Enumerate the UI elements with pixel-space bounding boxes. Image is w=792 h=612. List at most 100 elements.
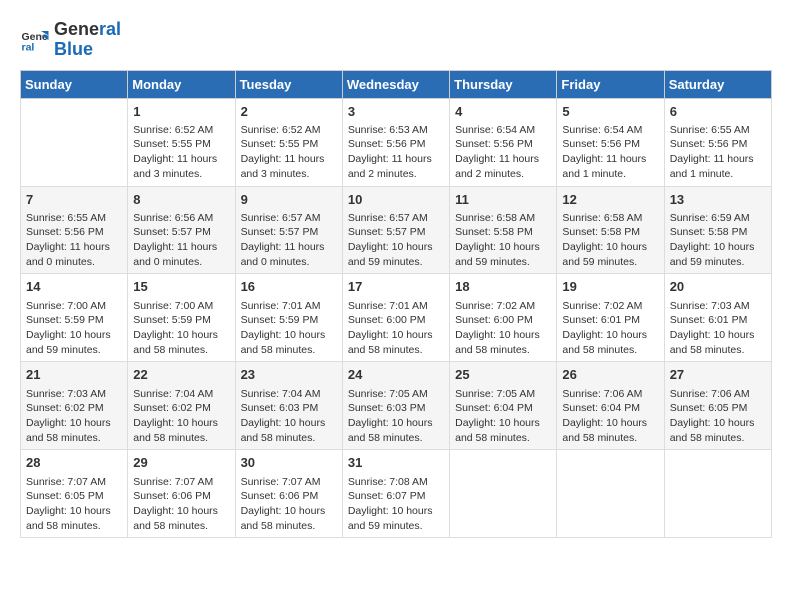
column-header-wednesday: Wednesday <box>342 70 449 98</box>
day-number: 3 <box>348 103 444 121</box>
day-number: 26 <box>562 366 658 384</box>
calendar-cell: 30 Sunrise: 7:07 AMSunset: 6:06 PMDayligh… <box>235 450 342 538</box>
calendar-cell: 21Sunrise: 7:03 AMSunset: 6:02 PMDayligh… <box>21 362 128 450</box>
week-row-4: 21Sunrise: 7:03 AMSunset: 6:02 PMDayligh… <box>21 362 772 450</box>
day-number: 15 <box>133 278 229 296</box>
day-info: Sunrise: 6:52 AMSunset: 5:55 PMDaylight:… <box>241 123 337 182</box>
day-number: 20 <box>670 278 766 296</box>
calendar-cell: 10 Sunrise: 6:57 AMSunset: 5:57 PMDayligh… <box>342 186 449 274</box>
week-row-3: 14Sunrise: 7:00 AMSunset: 5:59 PMDayligh… <box>21 274 772 362</box>
calendar-cell: 29Sunrise: 7:07 AMSunset: 6:06 PMDayligh… <box>128 450 235 538</box>
day-info: Sunrise: 7:02 AMSunset: 6:01 PMDaylight:… <box>562 299 658 358</box>
calendar-cell: 8 Sunrise: 6:56 AMSunset: 5:57 PMDaylight… <box>128 186 235 274</box>
day-info: Sunrise: 6:59 AMSunset: 5:58 PMDaylight:… <box>670 211 766 270</box>
calendar-cell: 4 Sunrise: 6:54 AMSunset: 5:56 PMDaylight… <box>450 98 557 186</box>
calendar-cell: 15 Sunrise: 7:00 AMSunset: 5:59 PMDayligh… <box>128 274 235 362</box>
day-info: Sunrise: 7:00 AMSunset: 5:59 PMDaylight:… <box>26 299 122 358</box>
day-info: Sunrise: 7:01 AMSunset: 5:59 PMDaylight:… <box>241 299 337 358</box>
day-info: Sunrise: 6:52 AMSunset: 5:55 PMDaylight:… <box>133 123 229 182</box>
calendar-cell: 31Sunrise: 7:08 AMSunset: 6:07 PMDayligh… <box>342 450 449 538</box>
day-info: Sunrise: 6:57 AMSunset: 5:57 PMDaylight:… <box>241 211 337 270</box>
calendar-cell <box>21 98 128 186</box>
day-info: Sunrise: 6:58 AMSunset: 5:58 PMDaylight:… <box>455 211 551 270</box>
day-number: 18 <box>455 278 551 296</box>
calendar-header: SundayMondayTuesdayWednesdayThursdayFrid… <box>21 70 772 98</box>
day-info: Sunrise: 7:03 AMSunset: 6:02 PMDaylight:… <box>26 387 122 446</box>
calendar-cell: 7Sunrise: 6:55 AMSunset: 5:56 PMDaylight… <box>21 186 128 274</box>
day-info: Sunrise: 6:54 AMSunset: 5:56 PMDaylight:… <box>562 123 658 182</box>
day-info: Sunrise: 6:55 AMSunset: 5:56 PMDaylight:… <box>670 123 766 182</box>
day-info: Sunrise: 6:54 AMSunset: 5:56 PMDaylight:… <box>455 123 551 182</box>
calendar-cell: 5 Sunrise: 6:54 AMSunset: 5:56 PMDaylight… <box>557 98 664 186</box>
day-info: Sunrise: 7:07 AMSunset: 6:06 PMDaylight:… <box>133 475 229 534</box>
calendar-cell: 13 Sunrise: 6:59 AMSunset: 5:58 PMDayligh… <box>664 186 771 274</box>
day-number: 25 <box>455 366 551 384</box>
calendar-cell: 19 Sunrise: 7:02 AMSunset: 6:01 PMDayligh… <box>557 274 664 362</box>
page-header: Gene ral General Blue <box>20 20 772 60</box>
day-info: Sunrise: 7:02 AMSunset: 6:00 PMDaylight:… <box>455 299 551 358</box>
calendar-cell: 20 Sunrise: 7:03 AMSunset: 6:01 PMDayligh… <box>664 274 771 362</box>
calendar-cell: 26 Sunrise: 7:06 AMSunset: 6:04 PMDayligh… <box>557 362 664 450</box>
column-header-friday: Friday <box>557 70 664 98</box>
calendar-cell: 24 Sunrise: 7:05 AMSunset: 6:03 PMDayligh… <box>342 362 449 450</box>
column-header-saturday: Saturday <box>664 70 771 98</box>
day-number: 28 <box>26 454 122 472</box>
day-number: 24 <box>348 366 444 384</box>
day-number: 16 <box>241 278 337 296</box>
calendar-cell <box>450 450 557 538</box>
calendar-cell: 3 Sunrise: 6:53 AMSunset: 5:56 PMDaylight… <box>342 98 449 186</box>
day-number: 1 <box>133 103 229 121</box>
day-info: Sunrise: 7:08 AMSunset: 6:07 PMDaylight:… <box>348 475 444 534</box>
day-number: 8 <box>133 191 229 209</box>
day-number: 5 <box>562 103 658 121</box>
day-info: Sunrise: 7:06 AMSunset: 6:04 PMDaylight:… <box>562 387 658 446</box>
week-row-5: 28 Sunrise: 7:07 AMSunset: 6:05 PMDayligh… <box>21 450 772 538</box>
week-row-1: 1 Sunrise: 6:52 AMSunset: 5:55 PMDaylight… <box>21 98 772 186</box>
day-number: 9 <box>241 191 337 209</box>
day-number: 6 <box>670 103 766 121</box>
day-info: Sunrise: 6:56 AMSunset: 5:57 PMDaylight:… <box>133 211 229 270</box>
calendar-cell: 12 Sunrise: 6:58 AMSunset: 5:58 PMDayligh… <box>557 186 664 274</box>
logo-icon: Gene ral <box>20 25 50 55</box>
day-number: 2 <box>241 103 337 121</box>
day-number: 10 <box>348 191 444 209</box>
day-info: Sunrise: 6:58 AMSunset: 5:58 PMDaylight:… <box>562 211 658 270</box>
calendar-cell: 9 Sunrise: 6:57 AMSunset: 5:57 PMDaylight… <box>235 186 342 274</box>
calendar-cell: 23Sunrise: 7:04 AMSunset: 6:03 PMDayligh… <box>235 362 342 450</box>
logo-text-line2: Blue <box>54 40 121 60</box>
calendar-cell: 28 Sunrise: 7:07 AMSunset: 6:05 PMDayligh… <box>21 450 128 538</box>
calendar-cell: 1 Sunrise: 6:52 AMSunset: 5:55 PMDaylight… <box>128 98 235 186</box>
column-header-tuesday: Tuesday <box>235 70 342 98</box>
day-info: Sunrise: 7:05 AMSunset: 6:04 PMDaylight:… <box>455 387 551 446</box>
day-number: 4 <box>455 103 551 121</box>
calendar-table: SundayMondayTuesdayWednesdayThursdayFrid… <box>20 70 772 539</box>
calendar-cell: 6 Sunrise: 6:55 AMSunset: 5:56 PMDaylight… <box>664 98 771 186</box>
day-info: Sunrise: 7:03 AMSunset: 6:01 PMDaylight:… <box>670 299 766 358</box>
day-info: Sunrise: 7:05 AMSunset: 6:03 PMDaylight:… <box>348 387 444 446</box>
day-number: 12 <box>562 191 658 209</box>
day-info: Sunrise: 7:07 AMSunset: 6:06 PMDaylight:… <box>241 475 337 534</box>
calendar-cell: 14Sunrise: 7:00 AMSunset: 5:59 PMDayligh… <box>21 274 128 362</box>
logo-text-line1: General <box>54 20 121 40</box>
day-number: 22 <box>133 366 229 384</box>
day-number: 19 <box>562 278 658 296</box>
day-number: 30 <box>241 454 337 472</box>
day-info: Sunrise: 6:57 AMSunset: 5:57 PMDaylight:… <box>348 211 444 270</box>
day-number: 13 <box>670 191 766 209</box>
day-info: Sunrise: 7:07 AMSunset: 6:05 PMDaylight:… <box>26 475 122 534</box>
day-info: Sunrise: 7:00 AMSunset: 5:59 PMDaylight:… <box>133 299 229 358</box>
day-info: Sunrise: 7:06 AMSunset: 6:05 PMDaylight:… <box>670 387 766 446</box>
calendar-cell <box>557 450 664 538</box>
day-info: Sunrise: 7:01 AMSunset: 6:00 PMDaylight:… <box>348 299 444 358</box>
day-info: Sunrise: 6:53 AMSunset: 5:56 PMDaylight:… <box>348 123 444 182</box>
day-number: 27 <box>670 366 766 384</box>
svg-text:ral: ral <box>22 41 35 53</box>
calendar-cell: 2 Sunrise: 6:52 AMSunset: 5:55 PMDaylight… <box>235 98 342 186</box>
column-header-sunday: Sunday <box>21 70 128 98</box>
column-header-monday: Monday <box>128 70 235 98</box>
calendar-cell <box>664 450 771 538</box>
week-row-2: 7Sunrise: 6:55 AMSunset: 5:56 PMDaylight… <box>21 186 772 274</box>
day-info: Sunrise: 7:04 AMSunset: 6:02 PMDaylight:… <box>133 387 229 446</box>
calendar-cell: 27 Sunrise: 7:06 AMSunset: 6:05 PMDayligh… <box>664 362 771 450</box>
calendar-cell: 25 Sunrise: 7:05 AMSunset: 6:04 PMDayligh… <box>450 362 557 450</box>
